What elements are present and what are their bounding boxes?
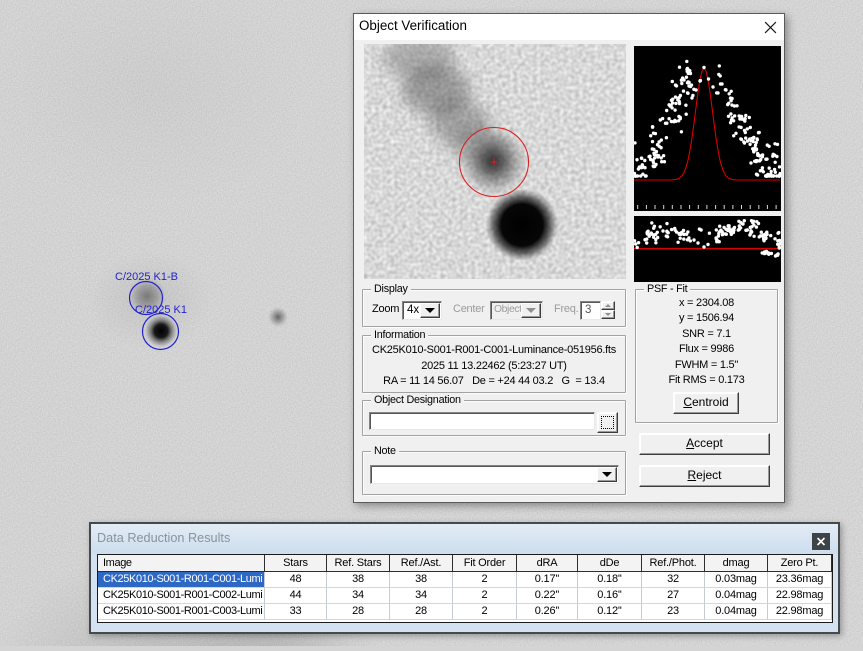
svg-text:C/2025 K1-B: C/2025 K1-B: [115, 271, 178, 283]
svg-text:C/2025 K1: C/2025 K1: [135, 304, 187, 316]
